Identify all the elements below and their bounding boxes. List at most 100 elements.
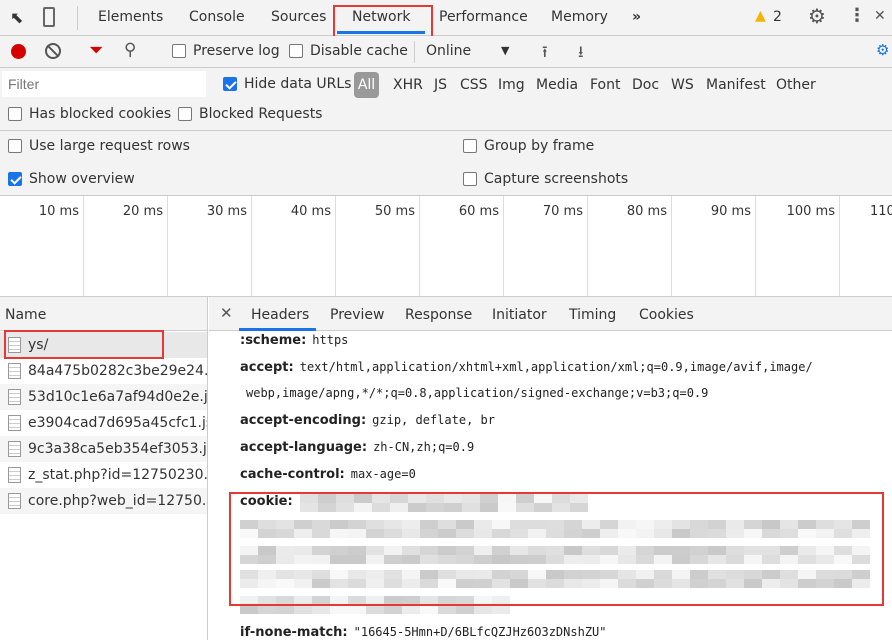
request-row[interactable]: 84a475b0282c3be29e24... [0, 358, 207, 384]
tab-memory[interactable]: Memory [551, 9, 608, 25]
redaction-pixel [258, 605, 276, 614]
redaction-pixel [366, 605, 384, 614]
header-row: accept: text/html,application/xhtml+xml,a… [240, 360, 813, 375]
export-har-icon[interactable]: ⭳ [578, 41, 584, 68]
preserve-log-checkbox[interactable]: Preserve log [172, 43, 280, 59]
type-filter-doc[interactable]: Doc [632, 77, 659, 93]
has-blocked-cookies-checkbox[interactable]: Has blocked cookies [8, 106, 171, 122]
header-row: cache-control: max-age=0 [240, 467, 416, 482]
timeline-gridline [587, 196, 588, 296]
warning-icon[interactable]: ▲ [755, 8, 766, 24]
highlight-box-request [4, 330, 164, 359]
detail-tab-timing[interactable]: Timing [569, 307, 616, 323]
large-rows-checkbox[interactable]: Use large request rows [8, 138, 190, 154]
devtools-tab-bar: ⬉ Elements Console Sources Network Perfo… [0, 0, 892, 36]
more-tabs-button[interactable]: » [632, 9, 641, 25]
timeline-label: 50 ms [374, 204, 415, 219]
tab-sources[interactable]: Sources [271, 9, 326, 25]
timeline-label: 60 ms [458, 204, 499, 219]
group-by-frame-checkbox[interactable]: Group by frame [463, 138, 594, 154]
header-name: accept-language: [240, 440, 368, 455]
type-filter-other[interactable]: Other [776, 77, 816, 93]
request-name: core.php?web_id=12750... [28, 493, 207, 509]
tab-elements[interactable]: Elements [98, 9, 163, 25]
type-filter-media[interactable]: Media [536, 77, 578, 93]
timeline-label: 30 ms [206, 204, 247, 219]
timeline-label: 70 ms [542, 204, 583, 219]
settings-gear-icon[interactable]: ⚙ [808, 4, 826, 28]
hide-data-urls-checkbox[interactable]: Hide data URLs [223, 76, 351, 92]
disable-cache-label: Disable cache [310, 43, 408, 59]
header-row: webp,image/apng,*/*;q=0.8,application/si… [240, 386, 708, 401]
show-overview-label: Show overview [29, 171, 135, 187]
request-row[interactable]: z_stat.php?id=12750230... [0, 462, 207, 488]
document-icon [8, 467, 21, 483]
header-value: https [312, 333, 349, 347]
close-devtools-icon[interactable]: ✕ [874, 8, 886, 24]
blocked-requests-label: Blocked Requests [199, 106, 323, 122]
timeline-label: 10 ms [38, 204, 79, 219]
timeline-label: 80 ms [626, 204, 667, 219]
throttling-select[interactable]: Online [426, 43, 471, 59]
header-row: if-none-match: "16645-5Hmn+D/6BLfcQZJHz6O… [240, 625, 607, 640]
clear-icon[interactable] [45, 43, 61, 59]
detail-tab-preview[interactable]: Preview [330, 307, 385, 323]
network-settings-pane: Use large request rows Show overview Gro… [0, 131, 892, 196]
type-filter-font[interactable]: Font [590, 77, 620, 93]
name-column-header[interactable]: Name [5, 307, 46, 323]
timeline-label: 20 ms [122, 204, 163, 219]
type-filter-manifest[interactable]: Manifest [706, 77, 766, 93]
redaction-pixel [240, 605, 258, 614]
show-overview-checkbox[interactable]: Show overview [8, 171, 135, 187]
tab-performance[interactable]: Performance [439, 9, 528, 25]
disable-cache-checkbox[interactable]: Disable cache [289, 43, 408, 59]
redaction-pixel [492, 605, 510, 614]
document-icon [8, 493, 21, 509]
request-list-header: Name [0, 297, 207, 331]
more-options-icon[interactable]: ⋮ [848, 5, 866, 26]
request-row[interactable]: 9c3a38ca5eb354ef3053.js [0, 436, 207, 462]
timeline-gridline [167, 196, 168, 296]
redaction-pixel [348, 605, 366, 614]
timeline-label: 110 [870, 204, 892, 219]
detail-tab-response[interactable]: Response [405, 307, 472, 323]
blocked-requests-checkbox[interactable]: Blocked Requests [178, 106, 322, 122]
detail-tab-bar: ✕ Headers Preview Response Initiator Tim… [209, 297, 892, 331]
request-row[interactable]: e3904cad7d695a45cfc1.js [0, 410, 207, 436]
type-filter-js[interactable]: JS [434, 77, 447, 93]
detail-tab-headers[interactable]: Headers [251, 307, 309, 323]
capture-screenshots-checkbox[interactable]: Capture screenshots [463, 171, 628, 187]
type-filter-ws[interactable]: WS [671, 77, 694, 93]
filter-input[interactable] [2, 71, 206, 97]
type-filter-css[interactable]: CSS [460, 77, 488, 93]
type-filter-img[interactable]: Img [498, 77, 525, 93]
device-toolbar-icon[interactable] [43, 7, 55, 27]
header-value: webp,image/apng,*/*;q=0.8,application/si… [246, 386, 709, 400]
timeline-gridline [419, 196, 420, 296]
redaction-pixel [474, 605, 492, 614]
tab-console[interactable]: Console [189, 9, 245, 25]
warning-count[interactable]: 2 [773, 9, 782, 25]
chevron-down-icon[interactable]: ▼ [501, 44, 509, 57]
request-row[interactable]: 53d10c1e6a7af94d0e2e.js [0, 384, 207, 410]
type-filter-xhr[interactable]: XHR [393, 77, 423, 93]
import-har-icon[interactable]: ⭱ [542, 41, 548, 68]
close-detail-icon[interactable]: ✕ [220, 304, 233, 322]
record-icon[interactable] [11, 44, 26, 59]
document-icon [8, 363, 21, 379]
header-name: cache-control: [240, 467, 345, 482]
filter-icon[interactable]: ⏷ [89, 40, 103, 61]
search-icon[interactable]: ⚲ [124, 40, 136, 60]
timeline-label: 90 ms [710, 204, 751, 219]
type-filter-all[interactable]: All [354, 72, 379, 98]
filter-bar: Hide data URLs All XHR JS CSS Img Media … [0, 68, 892, 131]
request-row[interactable]: core.php?web_id=12750... [0, 488, 207, 514]
network-settings-icon[interactable]: ⚙ [876, 41, 889, 59]
redaction-pixel [294, 605, 312, 614]
detail-tab-cookies[interactable]: Cookies [639, 307, 694, 323]
document-icon [8, 415, 21, 431]
detail-tab-initiator[interactable]: Initiator [492, 307, 547, 323]
redaction-pixel [276, 605, 294, 614]
inspect-element-icon[interactable]: ⬉ [10, 8, 23, 27]
redaction-pixel [312, 605, 330, 614]
